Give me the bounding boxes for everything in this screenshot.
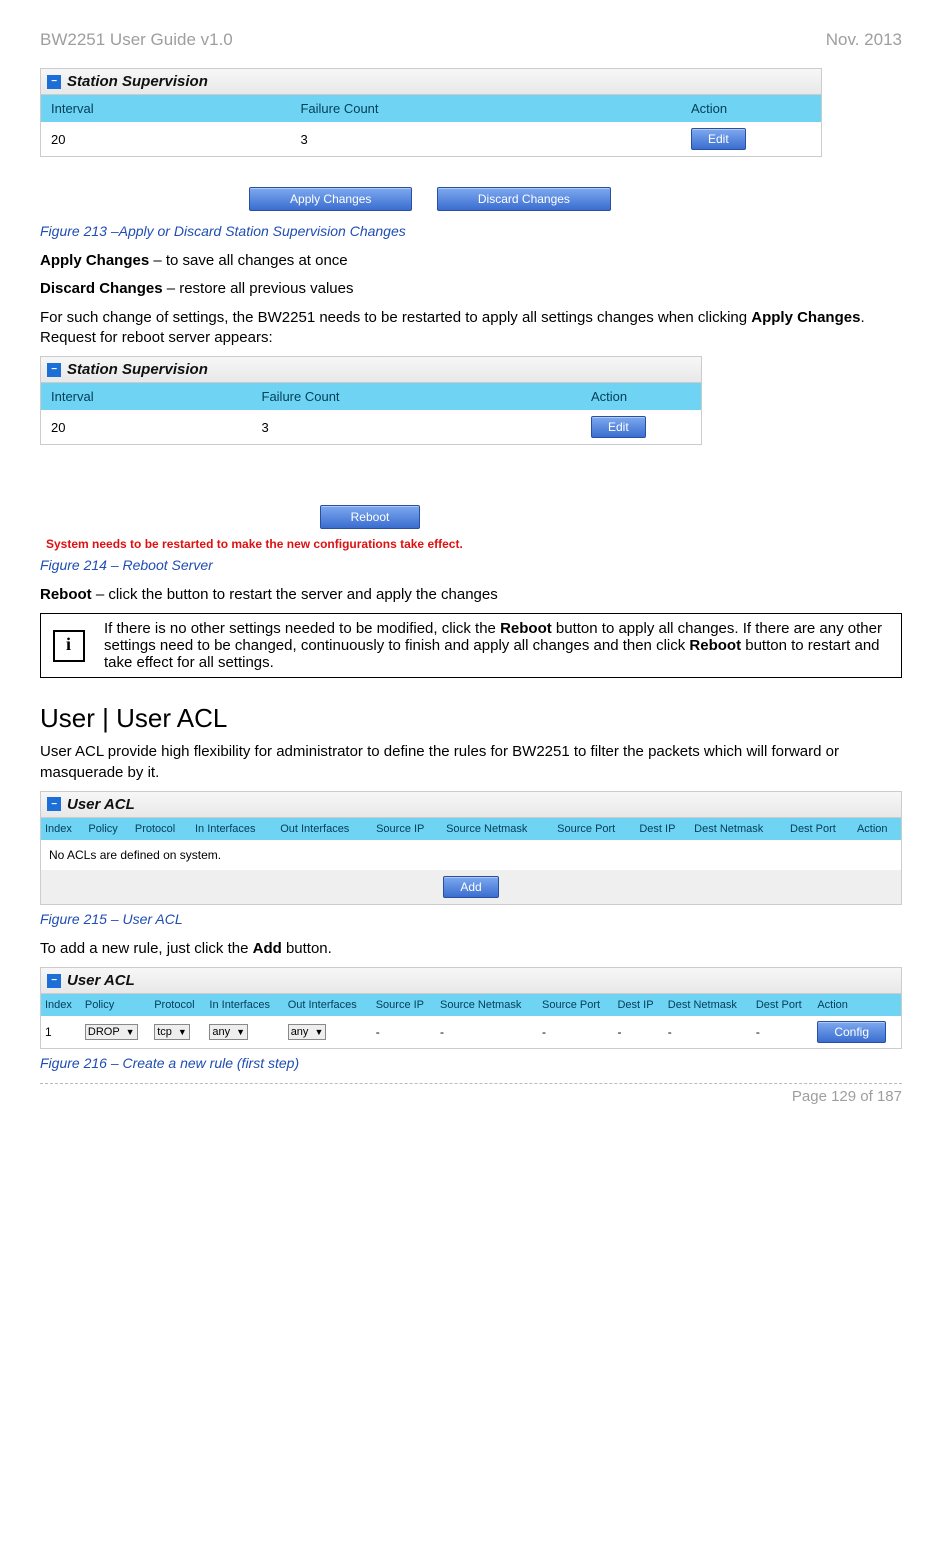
acl-empty-message: No ACLs are defined on system. <box>41 840 901 870</box>
panel-title: Station Supervision <box>67 361 208 378</box>
val-snm: - <box>436 1016 538 1048</box>
figure-caption: Figure 215 – User ACL <box>40 911 902 927</box>
figure-caption: Figure 214 – Reboot Server <box>40 557 902 573</box>
section-heading: User | User ACL <box>40 703 902 734</box>
config-button[interactable]: Config <box>817 1021 886 1043</box>
info-text: If there is no other settings needed to … <box>96 614 901 677</box>
page-header: BW2251 User Guide v1.0 Nov. 2013 <box>40 30 902 50</box>
reboot-button[interactable]: Reboot <box>320 505 421 529</box>
val-interval: 20 <box>41 410 252 444</box>
edit-button[interactable]: Edit <box>591 416 646 438</box>
inif-select[interactable]: any▼ <box>209 1024 248 1040</box>
col-action: Action <box>581 383 701 410</box>
info-icon: i <box>53 630 85 662</box>
system-restart-message: System needs to be restarted to make the… <box>46 537 706 551</box>
col-action: Action <box>813 994 901 1016</box>
user-acl-panel: −User ACL Index Policy Protocol In Inter… <box>40 791 902 905</box>
col-inif: In Interfaces <box>191 818 276 840</box>
val-sport: - <box>538 1016 613 1048</box>
col-protocol: Protocol <box>131 818 191 840</box>
panel-title: User ACL <box>67 972 135 989</box>
col-interval: Interval <box>41 95 290 122</box>
doc-date: Nov. 2013 <box>826 30 902 50</box>
val-dnm: - <box>664 1016 752 1048</box>
col-failure: Failure Count <box>252 383 582 410</box>
val-interval: 20 <box>41 122 290 156</box>
station-supervision-panel: −Station Supervision IntervalFailure Cou… <box>40 68 822 157</box>
col-sport: Source Port <box>553 818 635 840</box>
panel-icon: − <box>47 797 61 811</box>
station-table: IntervalFailure CountAction 203 Edit <box>41 95 821 156</box>
para-discard: Discard Changes – restore all previous v… <box>40 279 902 299</box>
col-snm: Source Netmask <box>442 818 553 840</box>
col-action: Action <box>681 95 821 122</box>
panel-icon: − <box>47 75 61 89</box>
col-sport: Source Port <box>538 994 613 1016</box>
station-table: IntervalFailure CountAction 203 Edit <box>41 383 701 444</box>
para-restart: For such change of settings, the BW2251 … <box>40 308 902 349</box>
val-failure: 3 <box>252 410 582 444</box>
panel-icon: − <box>47 974 61 988</box>
edit-button[interactable]: Edit <box>691 128 746 150</box>
col-dip: Dest IP <box>613 994 663 1016</box>
info-box: i If there is no other settings needed t… <box>40 613 902 678</box>
col-snm: Source Netmask <box>436 994 538 1016</box>
para-useracl: User ACL provide high flexibility for ad… <box>40 742 902 783</box>
col-dnm: Dest Netmask <box>690 818 786 840</box>
doc-title: BW2251 User Guide v1.0 <box>40 30 233 50</box>
para-reboot: Reboot – click the button to restart the… <box>40 585 902 605</box>
col-failure: Failure Count <box>290 95 681 122</box>
panel-title: Station Supervision <box>67 73 208 90</box>
col-dip: Dest IP <box>635 818 690 840</box>
col-dport: Dest Port <box>786 818 853 840</box>
col-action: Action <box>853 818 901 840</box>
col-index: Index <box>41 818 84 840</box>
panel-icon: − <box>47 363 61 377</box>
val-failure: 3 <box>290 122 681 156</box>
col-policy: Policy <box>84 818 130 840</box>
user-acl-panel-edit: −User ACL Index Policy Protocol In Inter… <box>40 967 902 1049</box>
figure-caption: Figure 213 –Apply or Discard Station Sup… <box>40 223 902 239</box>
col-interval: Interval <box>41 383 252 410</box>
col-sip: Source IP <box>372 994 436 1016</box>
col-outif: Out Interfaces <box>276 818 372 840</box>
val-dip: - <box>613 1016 663 1048</box>
panel-title: User ACL <box>67 796 135 813</box>
outif-select[interactable]: any▼ <box>288 1024 327 1040</box>
val-sip: - <box>372 1016 436 1048</box>
discard-changes-button[interactable]: Discard Changes <box>437 187 611 211</box>
col-inif: In Interfaces <box>205 994 283 1016</box>
col-outif: Out Interfaces <box>284 994 372 1016</box>
val-dport: - <box>752 1016 814 1048</box>
station-supervision-panel-2: −Station Supervision IntervalFailure Cou… <box>40 356 702 445</box>
apply-changes-button[interactable]: Apply Changes <box>249 187 412 211</box>
col-dnm: Dest Netmask <box>664 994 752 1016</box>
col-policy: Policy <box>81 994 150 1016</box>
add-button[interactable]: Add <box>443 876 498 898</box>
col-protocol: Protocol <box>150 994 205 1016</box>
acl-table: Index Policy Protocol In Interfaces Out … <box>41 818 901 840</box>
page-footer: Page 129 of 187 <box>40 1083 902 1105</box>
para-add: To add a new rule, just click the Add bu… <box>40 939 902 959</box>
protocol-select[interactable]: tcp▼ <box>154 1024 190 1040</box>
figure-caption: Figure 216 – Create a new rule (first st… <box>40 1055 902 1071</box>
acl-table: Index Policy Protocol In Interfaces Out … <box>41 994 901 1048</box>
col-index: Index <box>41 994 81 1016</box>
col-sip: Source IP <box>372 818 442 840</box>
policy-select[interactable]: DROP▼ <box>85 1024 138 1040</box>
val-index: 1 <box>41 1016 81 1048</box>
col-dport: Dest Port <box>752 994 814 1016</box>
para-apply: Apply Changes – to save all changes at o… <box>40 251 902 271</box>
